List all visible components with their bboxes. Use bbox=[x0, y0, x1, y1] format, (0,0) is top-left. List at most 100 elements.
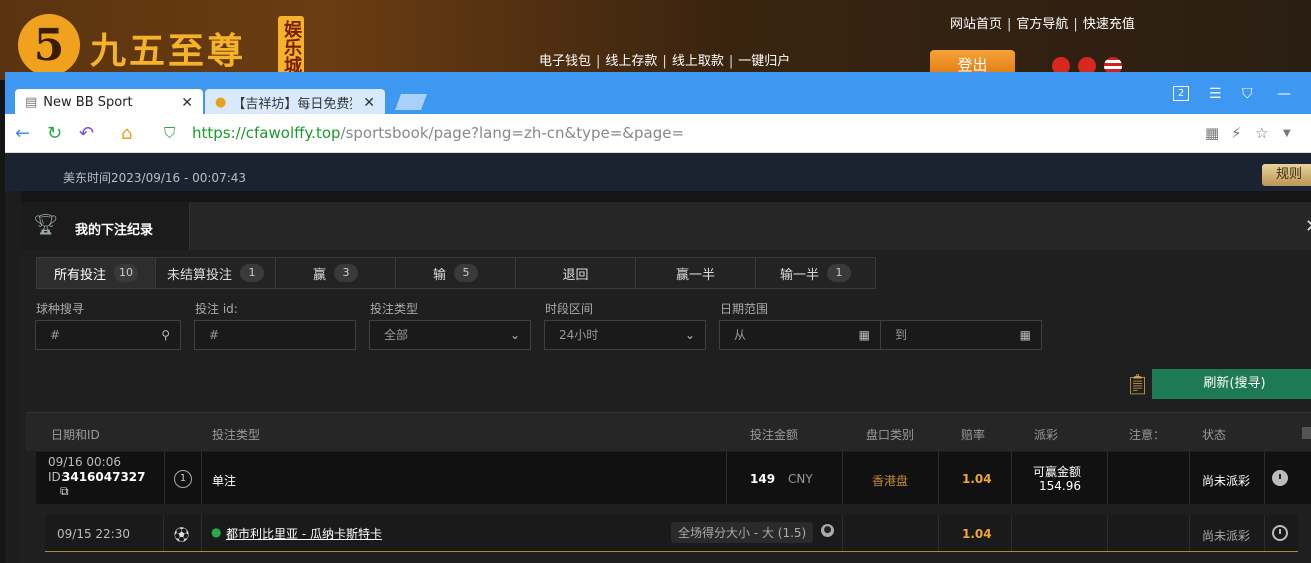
clipboard-icon[interactable]: 📋︎ bbox=[1125, 372, 1150, 396]
minimize-icon[interactable]: — bbox=[1277, 86, 1291, 102]
date-to-input[interactable]: 到 ▦ bbox=[880, 320, 1042, 350]
close-icon[interactable]: ✕ bbox=[363, 95, 375, 111]
tab-win-half[interactable]: 赢一半 bbox=[636, 257, 756, 289]
search-icon[interactable]: ⚲ bbox=[161, 321, 170, 349]
url-input[interactable]: https://cfawolffy.top/sportsbook/page?la… bbox=[192, 124, 684, 142]
secure-shield-icon[interactable]: ⛉ bbox=[164, 124, 175, 142]
clock-icon[interactable] bbox=[1272, 470, 1288, 486]
panel-title-box: 🏆︎ 我的下注纪录 bbox=[21, 202, 190, 250]
back-icon[interactable]: ← bbox=[15, 123, 30, 144]
url-path: /sportsbook/page?lang=zh-cn&type=&page= bbox=[340, 124, 685, 142]
tab-label: 赢 bbox=[312, 267, 326, 283]
qrcode-icon[interactable]: ▦ bbox=[1205, 124, 1219, 142]
bet-type-label: 投注类型 bbox=[370, 302, 419, 316]
tab-label: 退回 bbox=[562, 267, 589, 283]
link-home[interactable]: 网站首页 bbox=[950, 17, 1002, 32]
browser-tab-bar: ▤ New BB Sport ✕ ● 【吉祥坊】每日免费猜 ✕ bbox=[5, 72, 1311, 116]
close-icon[interactable]: ✕ bbox=[1305, 216, 1311, 237]
count-badge: 3 bbox=[334, 264, 358, 282]
count-badge: 5 bbox=[454, 264, 478, 282]
tab-new-bb-sport[interactable]: ▤ New BB Sport ✕ bbox=[15, 89, 203, 116]
skin-icon[interactable]: ⛉ bbox=[1242, 86, 1253, 102]
link-ewallet[interactable]: 电子钱包 bbox=[539, 54, 591, 69]
link-recharge[interactable]: 快速充值 bbox=[1083, 17, 1135, 32]
bet-type-select[interactable]: 全部 ⌄ bbox=[369, 320, 531, 350]
bet-odds: 1.04 bbox=[962, 472, 992, 486]
bet-leg-row[interactable]: 09/15 22:30 ⚽︎ ● 都市利比里亚 - 瓜纳卡斯特卡 全场得分大小 … bbox=[45, 515, 1298, 552]
period-select[interactable]: 24小时 ⌄ bbox=[544, 320, 706, 350]
clock-icon[interactable] bbox=[1272, 525, 1288, 541]
link-consolidate[interactable]: 一键归户 bbox=[738, 54, 790, 69]
site-logo-tag: 娱乐城 bbox=[278, 16, 304, 78]
bet-record-panel: 🏆︎ 我的下注纪录 ✕ 所有投注 10 未结算投注 1 赢3 输5 退回 赢一半 输… bbox=[21, 202, 1311, 563]
live-dot-icon: ● bbox=[211, 525, 222, 539]
refresh-search-button[interactable]: 刷新(搜寻) bbox=[1152, 369, 1311, 399]
tab-label: 输 bbox=[432, 267, 446, 283]
market-badge: 全场得分大小 - 大 (1.5) bbox=[671, 522, 814, 543]
chevron-down-icon: ⌄ bbox=[509, 328, 520, 342]
home-icon[interactable]: ⌂ bbox=[121, 123, 132, 144]
tab-label: 未结算投注 bbox=[166, 267, 232, 283]
col-date-id: 日期和ID bbox=[51, 428, 100, 442]
copy-icon[interactable]: ⧉ bbox=[60, 484, 69, 499]
table-row[interactable]: 09/16 00:06 ID: 3416047327 ⧉ 1 单注 149 CN… bbox=[36, 452, 1311, 504]
period-label: 时段区间 bbox=[545, 302, 594, 316]
tab-label: 赢一半 bbox=[675, 267, 715, 283]
date-range-label: 日期范围 bbox=[720, 302, 769, 316]
col-odds: 赔率 bbox=[961, 428, 986, 442]
tab-refund[interactable]: 退回 bbox=[516, 257, 636, 289]
tab-counter-icon[interactable]: 2 bbox=[1173, 86, 1189, 101]
calendar-icon[interactable]: ▦ bbox=[859, 321, 870, 349]
site-logo-icon[interactable]: 5 bbox=[18, 14, 80, 76]
calendar-icon[interactable]: ▦ bbox=[1020, 321, 1031, 349]
link-withdraw[interactable]: 线上取款 bbox=[672, 54, 724, 69]
bet-amount: 149 bbox=[750, 472, 776, 486]
checkbox-icon[interactable] bbox=[1302, 427, 1311, 439]
sport-search-input[interactable]: # ⚲ bbox=[35, 320, 181, 350]
rules-button[interactable]: 规则 bbox=[1262, 164, 1311, 186]
tab-lose[interactable]: 输5 bbox=[396, 257, 516, 289]
leg-date: 09/15 22:30 bbox=[57, 527, 130, 541]
tab-unsettled[interactable]: 未结算投注 1 bbox=[156, 257, 276, 289]
bet-id-input[interactable]: # bbox=[194, 320, 356, 350]
tab-label: 所有投注 bbox=[53, 267, 106, 283]
tab-win[interactable]: 赢3 bbox=[276, 257, 396, 289]
placeholder: 到 bbox=[895, 328, 908, 342]
new-tab-icon[interactable] bbox=[395, 94, 427, 110]
site-banner: 5 九五至尊 娱乐城 网站首页 | 官方导航 | 快速充值 电子钱包 | 线上存款 | 线上取款… bbox=[0, 0, 1311, 80]
leg-odds: 1.04 bbox=[962, 527, 992, 541]
tab-title: 【吉祥坊】每日免费猜 bbox=[232, 97, 353, 112]
col-note: 注意： bbox=[1129, 428, 1166, 442]
menu-icon[interactable]: ☰ bbox=[1209, 86, 1222, 102]
tab-lose-half[interactable]: 输一半 1 bbox=[756, 257, 876, 289]
link-nav[interactable]: 官方导航 bbox=[1016, 17, 1068, 32]
star-icon[interactable]: ☆ bbox=[1255, 124, 1268, 142]
person-icon[interactable]: ● bbox=[821, 524, 834, 537]
link-deposit[interactable]: 线上存款 bbox=[605, 54, 657, 69]
chevron-down-icon[interactable]: ▼ bbox=[1283, 128, 1291, 139]
col-payout: 派彩 bbox=[1034, 428, 1059, 442]
refresh-icon[interactable]: ↻ bbox=[47, 123, 62, 144]
lightning-icon[interactable]: ⚡ bbox=[1231, 124, 1242, 142]
tab-label: 输一半 bbox=[779, 267, 819, 283]
page-icon: ▤ bbox=[25, 95, 38, 110]
bet-id-label: 投注 id: bbox=[195, 302, 238, 316]
close-icon[interactable]: ✕ bbox=[181, 95, 193, 111]
match-link[interactable]: 都市利比里亚 - 瓜纳卡斯特卡 bbox=[226, 525, 382, 542]
date-from-input[interactable]: 从 ▦ bbox=[719, 320, 881, 350]
url-protocol: https:// bbox=[192, 124, 246, 142]
bet-date: 09/16 00:06 bbox=[48, 455, 121, 469]
undo-icon[interactable]: ↶ bbox=[79, 123, 94, 144]
address-bar: ← ↻ ↶ ⌂ ⛉ https://cfawolffy.top/sportsbo… bbox=[5, 114, 1311, 153]
tab-jixiangfang[interactable]: ● 【吉祥坊】每日免费猜 ✕ bbox=[205, 89, 385, 116]
selected-value: 24小时 bbox=[559, 328, 599, 342]
panel-title: 我的下注纪录 bbox=[75, 223, 154, 238]
bet-id: 3416047327 bbox=[62, 470, 146, 484]
info-icon[interactable]: 1 bbox=[174, 470, 192, 488]
soccer-ball-icon: ⚽︎ bbox=[174, 526, 190, 544]
placeholder: 从 bbox=[734, 328, 747, 342]
eastern-time: 美东时间2023/09/16 - 00:07:43 bbox=[63, 171, 247, 185]
leg-status: 尚未派彩 bbox=[1202, 529, 1251, 543]
count-badge: 10 bbox=[114, 264, 138, 282]
tab-all-bets[interactable]: 所有投注 10 bbox=[36, 257, 156, 289]
